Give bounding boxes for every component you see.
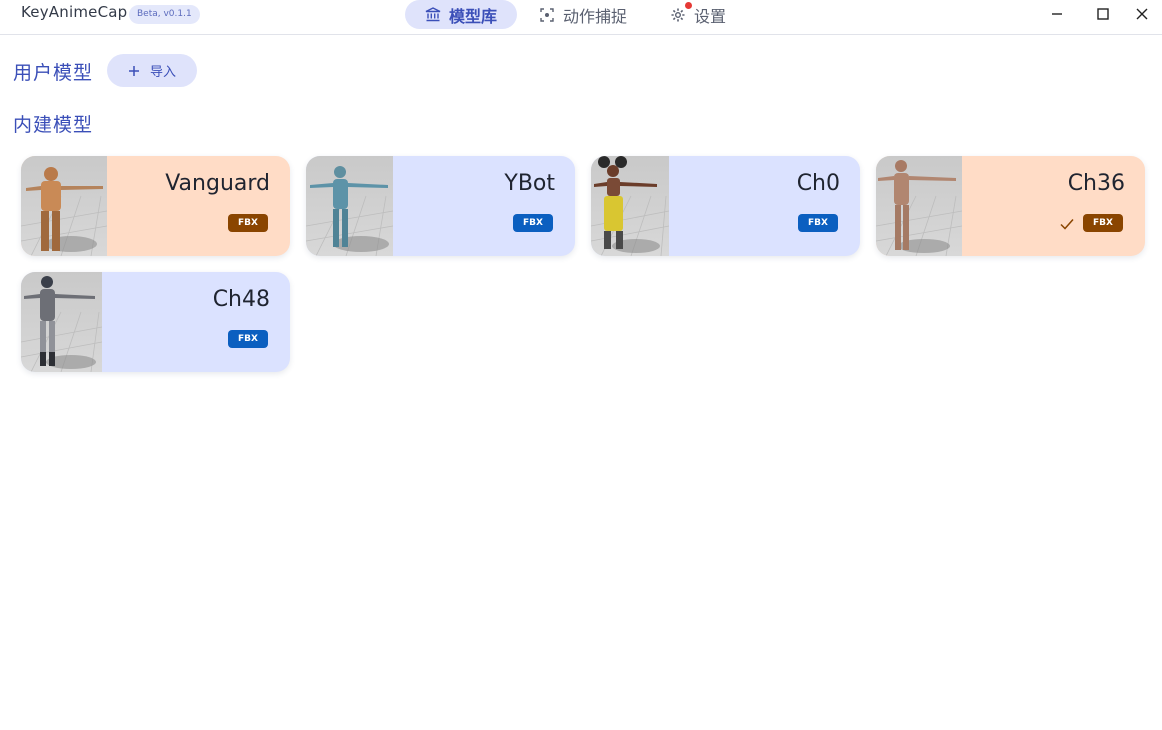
maximize-button[interactable] [1083,0,1123,27]
model-card-ch48[interactable]: Ch48 FBX [21,272,290,372]
tab-label: 动作捕捉 [563,6,628,26]
version-badge: Beta, v0.1.1 [129,5,200,24]
model-thumbnail [21,156,107,256]
character-ch36-icon [876,160,962,256]
format-badge: FBX [228,330,268,348]
minimize-button[interactable] [1037,0,1077,27]
notification-dot [685,2,692,9]
model-thumbnail [21,272,102,372]
format-badge: FBX [798,214,838,232]
model-name: Ch0 [796,171,840,196]
tab-label: 模型库 [449,6,498,26]
model-name: Ch36 [1067,171,1125,196]
bank-icon [425,6,441,21]
title-bar: KeyAnimeCap Beta, v0.1.1 模型库 动作捕捉 设置 [0,0,1162,35]
format-badge: FBX [513,214,553,232]
capture-icon [540,7,554,22]
app-title: KeyAnimeCap [21,3,128,21]
user-models-title: 用户模型 [13,62,94,84]
character-ch0-icon [591,156,669,256]
close-icon [1136,8,1148,19]
character-ybot-icon [306,166,393,256]
model-name: YBot [504,171,555,196]
maximize-icon [1097,7,1109,20]
plus-icon [128,65,139,76]
model-card-ch0[interactable]: Ch0 FBX [591,156,860,256]
close-button[interactable] [1122,0,1162,27]
check-icon [1060,219,1074,230]
import-button[interactable]: 导入 [107,54,197,87]
model-name: Ch48 [212,287,270,312]
model-thumbnail [591,156,669,256]
import-label: 导入 [149,65,176,80]
model-card-vanguard[interactable]: Vanguard FBX [21,156,290,256]
format-badge: FBX [1083,214,1123,232]
model-thumbnail [876,156,962,256]
tab-label: 设置 [694,6,727,26]
model-card-ch36[interactable]: Ch36 FBX [876,156,1145,256]
tab-settings[interactable]: 设置 [650,0,746,29]
format-badge: FBX [228,214,268,232]
character-vanguard-icon [21,167,107,256]
model-thumbnail [306,156,393,256]
tab-motion-capture[interactable]: 动作捕捉 [519,0,647,29]
gear-icon [671,8,685,21]
character-ch48-icon [21,276,102,372]
model-name: Vanguard [165,171,270,196]
tab-model-library[interactable]: 模型库 [405,0,518,29]
model-card-ybot[interactable]: YBot FBX [306,156,575,256]
builtin-models-title: 内建模型 [13,114,94,136]
minimize-icon [1052,12,1062,15]
